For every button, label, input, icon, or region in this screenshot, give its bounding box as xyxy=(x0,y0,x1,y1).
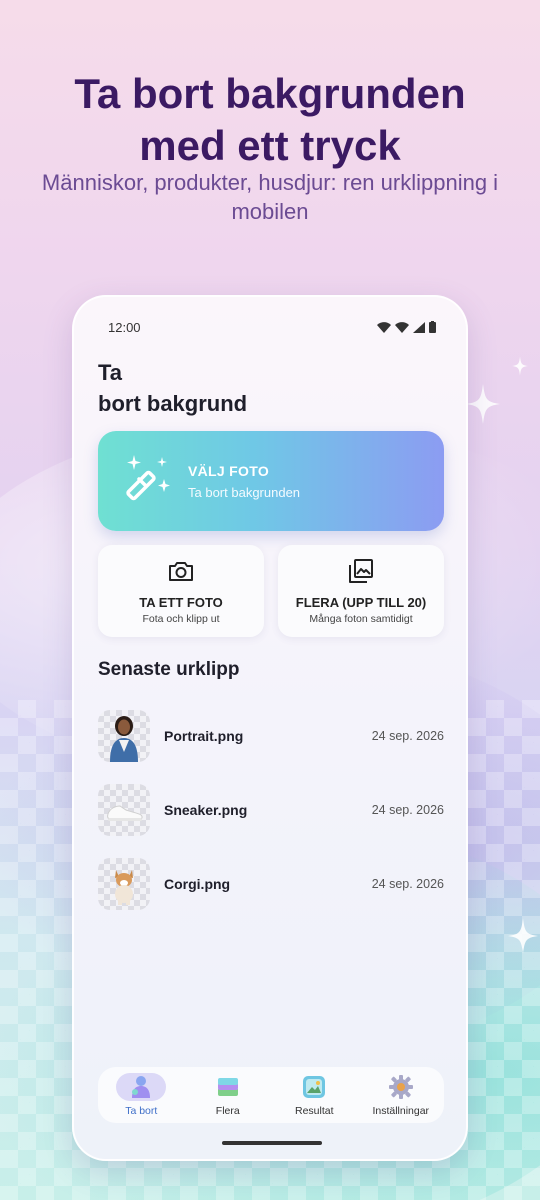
corgi-icon xyxy=(115,870,133,905)
choose-photo-subtitle: Ta bort bakgrunden xyxy=(188,485,301,500)
recent-section-title: Senaste urklipp xyxy=(98,659,240,680)
recent-item-name: Corgi.png xyxy=(164,876,231,892)
person-cutout-icon xyxy=(132,1076,151,1098)
choose-photo-button[interactable]: VÄLJ FOTO Ta bort bakgrunden xyxy=(98,431,444,531)
battery-icon xyxy=(429,321,436,333)
sparkle-icon xyxy=(508,918,538,954)
nav-item-flera[interactable]: Flera xyxy=(188,1073,268,1117)
multiple-photos-button[interactable]: FLERA (UPP TILL 20) Många foton samtidig… xyxy=(278,545,444,637)
multiple-photos-subtitle: Många foton samtidigt xyxy=(309,613,413,625)
secondary-actions: TA ETT FOTO Fota och klipp ut FLERA (UPP… xyxy=(98,545,444,637)
app-title-line1: Ta xyxy=(98,360,123,385)
status-icons xyxy=(377,321,436,333)
photo-library-icon xyxy=(349,559,373,583)
thumbnail-corgi xyxy=(98,858,150,910)
sparkle-icon xyxy=(466,384,500,424)
take-photo-title: TA ETT FOTO xyxy=(139,595,223,610)
recent-item-date: 24 sep. 2026 xyxy=(371,877,444,891)
gallery-icon xyxy=(303,1076,326,1098)
app-title-line2: bort bakgrund xyxy=(98,391,248,416)
take-photo-subtitle: Fota och klipp ut xyxy=(142,613,220,625)
choose-photo-title: VÄLJ FOTO xyxy=(188,463,270,479)
sneaker-icon xyxy=(107,805,143,821)
nav-icon-container xyxy=(203,1073,253,1101)
gear-icon xyxy=(388,1075,413,1099)
camera-icon xyxy=(169,562,193,581)
recent-list: Portrait.png 24 sep. 2026 Sneaker.png 24… xyxy=(98,699,444,921)
nav-icon-container xyxy=(376,1073,426,1101)
take-photo-button[interactable]: TA ETT FOTO Fota och klipp ut xyxy=(98,545,264,637)
recent-item-name: Sneaker.png xyxy=(164,802,248,818)
multiple-photos-title: FLERA (UPP TILL 20) xyxy=(295,595,427,610)
promo-subline: Människor, produkter, husdjur: ren urkli… xyxy=(41,170,499,224)
list-item[interactable]: Sneaker.png 24 sep. 2026 xyxy=(98,773,444,847)
nav-item-ta-bort[interactable]: Ta bort xyxy=(101,1073,181,1117)
status-bar: 12:00 xyxy=(108,319,436,335)
recent-item-date: 24 sep. 2026 xyxy=(371,729,444,743)
magic-wand-icon xyxy=(126,455,170,501)
promo-headline-line2: med ett tryck xyxy=(139,122,401,169)
phone-mockup: 12:00 Ta bort bakgrund VÄLJ FOTO Ta bort… xyxy=(72,295,468,1161)
nav-item-installningar[interactable]: Inställningar xyxy=(361,1073,441,1117)
promo-headline: Ta bort bakgrunden med ett tryck xyxy=(0,68,540,172)
list-item[interactable]: Portrait.png 24 sep. 2026 xyxy=(98,699,444,773)
nav-label: Flera xyxy=(215,1105,240,1117)
woman-portrait-icon xyxy=(110,716,138,762)
nav-active-indicator xyxy=(116,1073,167,1101)
thumbnail-woman-portrait xyxy=(98,710,150,762)
signal-icon xyxy=(413,321,425,333)
bottom-navigation: Ta bort Flera Resultat Inställningar xyxy=(98,1067,444,1123)
stacked-layers-icon xyxy=(217,1078,238,1096)
nav-item-resultat[interactable]: Resultat xyxy=(274,1073,354,1117)
home-indicator[interactable] xyxy=(222,1141,322,1145)
sparkle-icon xyxy=(512,356,528,376)
wifi-icon xyxy=(395,321,409,333)
status-time: 12:00 xyxy=(108,319,141,335)
nav-label: Inställningar xyxy=(372,1105,430,1117)
thumbnail-sneaker xyxy=(98,784,150,836)
nav-icon-container xyxy=(289,1073,339,1101)
wifi-icon xyxy=(377,321,391,333)
list-item[interactable]: Corgi.png 24 sep. 2026 xyxy=(98,847,444,921)
recent-item-date: 24 sep. 2026 xyxy=(371,803,444,817)
recent-item-name: Portrait.png xyxy=(164,728,244,744)
promo-headline-line1: Ta bort bakgrunden xyxy=(74,70,466,117)
app-title: Ta bort bakgrund xyxy=(98,357,247,419)
nav-label: Resultat xyxy=(294,1105,334,1117)
nav-label: Ta bort xyxy=(125,1105,158,1117)
